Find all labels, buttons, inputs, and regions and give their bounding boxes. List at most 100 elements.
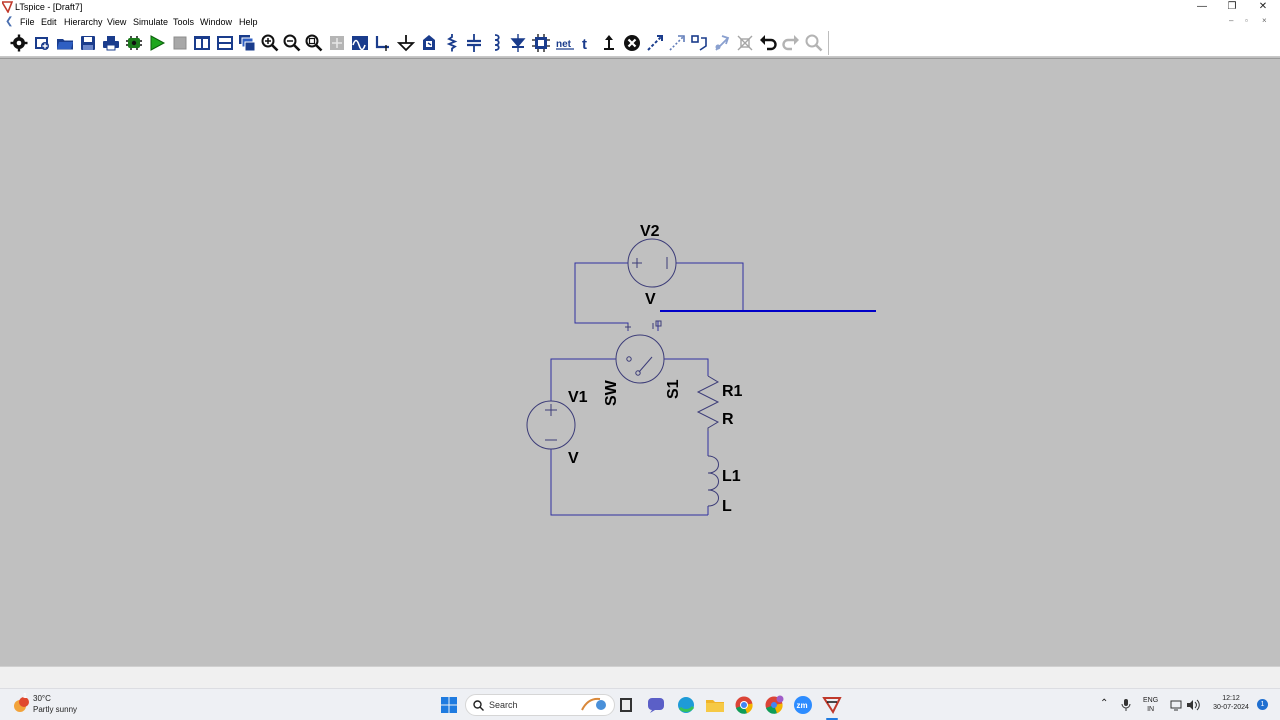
maximize-button[interactable]: ❐ xyxy=(1217,0,1247,15)
r1-name-label: R1 xyxy=(722,383,743,400)
switch-model-label: SW xyxy=(603,379,620,406)
weather-temperature[interactable]: 30°C xyxy=(33,694,51,703)
menu-bar: ❮ File Edit Hierarchy View Simulate Tool… xyxy=(0,15,1280,29)
weather-description[interactable]: Partly sunny xyxy=(33,705,77,714)
file-explorer-task-icon[interactable] xyxy=(616,695,636,715)
inductor-icon[interactable] xyxy=(487,34,505,52)
zoom-fit-icon[interactable] xyxy=(305,34,323,52)
diode-icon[interactable] xyxy=(509,34,527,52)
menu-simulate[interactable]: Simulate xyxy=(133,17,168,27)
chat-icon[interactable] xyxy=(646,695,666,715)
open-folder-icon[interactable] xyxy=(56,34,74,52)
ground-icon[interactable] xyxy=(397,34,415,52)
mirror-icon[interactable] xyxy=(713,34,731,52)
voltage-source-v1[interactable] xyxy=(526,400,576,450)
schematic-drawing[interactable]: V2 V V1 V R1 R L1 L SW S1 xyxy=(0,59,1280,667)
ltspice-task-icon[interactable] xyxy=(822,695,842,715)
folder-icon[interactable] xyxy=(705,695,725,715)
v2-name-label: V2 xyxy=(640,223,660,240)
clock[interactable]: 12:12 30-07-2024 xyxy=(1208,694,1254,712)
text-icon[interactable]: t xyxy=(578,34,596,52)
tile-horizontal-icon[interactable] xyxy=(216,34,234,52)
undo-icon[interactable] xyxy=(759,34,777,52)
network-volume-icon[interactable] xyxy=(1170,699,1202,711)
printer-icon[interactable] xyxy=(102,34,120,52)
mdi-restore-button[interactable]: ▫ xyxy=(1245,16,1248,25)
schematic-canvas[interactable]: V2 V V1 V R1 R L1 L SW S1 xyxy=(0,58,1280,666)
run-icon[interactable] xyxy=(148,34,166,52)
clock-time: 12:12 xyxy=(1222,695,1240,702)
move-icon[interactable] xyxy=(600,34,618,52)
mdi-close-button[interactable]: × xyxy=(1262,16,1267,25)
language-code: ENG xyxy=(1143,697,1159,704)
menu-edit[interactable]: Edit xyxy=(41,17,57,27)
cascade-icon[interactable] xyxy=(238,34,256,52)
menu-view[interactable]: View xyxy=(107,17,126,27)
resistor-r1[interactable] xyxy=(696,375,720,431)
pan-icon[interactable] xyxy=(328,34,346,52)
label-net-icon[interactable] xyxy=(420,34,438,52)
clock-date: 30-07-2024 xyxy=(1213,704,1249,711)
menu-hierarchy[interactable]: Hierarchy xyxy=(64,17,103,27)
text-tool-label: t xyxy=(582,36,587,52)
duplicate-icon[interactable] xyxy=(668,34,686,52)
menu-help[interactable]: Help xyxy=(239,17,258,27)
pick-visible-icon[interactable] xyxy=(736,34,754,52)
taskbar: 1 30°C Partly sunny Search zm ⌃ ENG IN 1… xyxy=(0,688,1280,720)
chip-icon[interactable] xyxy=(125,34,143,52)
v1-value-label: V xyxy=(568,450,579,467)
wire xyxy=(676,262,744,311)
close-button[interactable]: ✕ xyxy=(1248,0,1278,15)
drag-icon[interactable] xyxy=(646,34,664,52)
rotate-icon[interactable] xyxy=(690,34,708,52)
taskbar-search-box[interactable]: Search xyxy=(465,694,615,716)
status-bar xyxy=(0,666,1280,688)
find-icon[interactable] xyxy=(805,34,823,52)
voltage-controlled-switch-s1[interactable] xyxy=(615,320,665,384)
wire-icon[interactable] xyxy=(374,34,392,52)
resistor-icon[interactable] xyxy=(443,34,461,52)
halt-icon[interactable] xyxy=(171,34,189,52)
net-label-text: net xyxy=(556,39,572,50)
chrome-profile-icon[interactable] xyxy=(764,695,784,715)
l1-value-label: L xyxy=(722,498,732,515)
zoom-app-icon[interactable]: zm xyxy=(793,695,813,715)
menu-file[interactable]: File xyxy=(20,17,35,27)
delete-icon[interactable] xyxy=(623,34,641,52)
minimize-button[interactable]: — xyxy=(1187,0,1217,15)
zoom-in-icon[interactable] xyxy=(261,34,279,52)
toolbar-separator xyxy=(828,31,829,55)
notification-badge[interactable]: 1 xyxy=(1257,699,1268,710)
chrome-icon[interactable] xyxy=(734,695,754,715)
redo-icon[interactable] xyxy=(782,34,800,52)
menu-window[interactable]: Window xyxy=(200,17,232,27)
wire xyxy=(574,262,629,331)
tray-chevron-up-icon[interactable]: ⌃ xyxy=(1100,698,1108,709)
zoom-app-label: zm xyxy=(797,701,808,710)
tile-vertical-icon[interactable] xyxy=(193,34,211,52)
mdi-minimize-button[interactable]: – xyxy=(1229,16,1233,25)
component-icon[interactable] xyxy=(532,34,550,52)
window-titlebar: LTspice - [Draft7] — ❐ ✕ xyxy=(0,0,1280,15)
menu-tools[interactable]: Tools xyxy=(173,17,194,27)
search-placeholder: Search xyxy=(489,700,518,710)
weather-sun-icon[interactable] xyxy=(12,696,30,714)
capacitor-icon[interactable] xyxy=(465,34,483,52)
window-title: LTspice - [Draft7] xyxy=(15,2,83,12)
new-schematic-icon[interactable] xyxy=(33,34,51,52)
edge-icon[interactable] xyxy=(676,695,696,715)
inductor-l1[interactable] xyxy=(707,455,719,507)
l1-name-label: L1 xyxy=(722,468,741,485)
start-windows-icon[interactable] xyxy=(439,695,459,715)
voltage-source-v2[interactable] xyxy=(627,238,677,288)
save-icon[interactable] xyxy=(79,34,97,52)
waveform-icon[interactable] xyxy=(351,34,369,52)
microphone-icon[interactable] xyxy=(1121,699,1131,711)
language-indicator[interactable]: ENG IN xyxy=(1143,696,1158,714)
v2-value-label: V xyxy=(645,291,656,308)
spice-directive-icon[interactable]: net xyxy=(556,34,574,52)
gear-icon[interactable] xyxy=(10,34,28,52)
document-window-icon[interactable]: ❮ xyxy=(5,16,13,27)
s1-name-label: S1 xyxy=(665,379,682,399)
zoom-out-icon[interactable] xyxy=(283,34,301,52)
